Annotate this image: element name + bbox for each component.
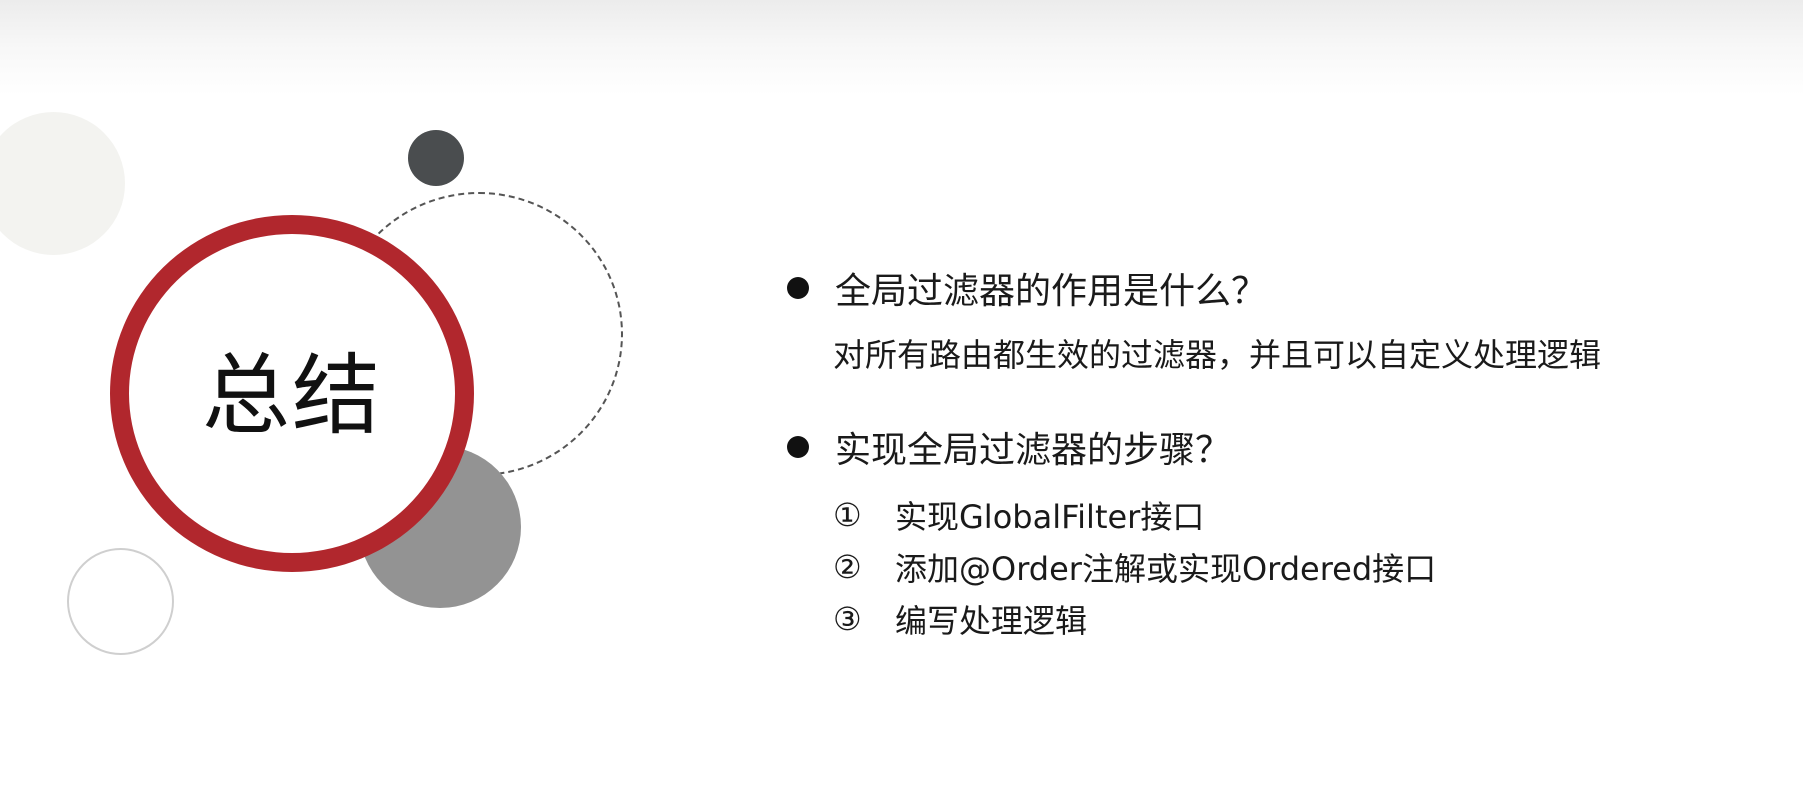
question-text-1: 全局过滤器的作用是什么？: [835, 271, 1268, 312]
question-text-2: 实现全局过滤器的步骤？: [835, 430, 1232, 471]
step-number: ②: [833, 548, 862, 586]
question-item-2: 实现全局过滤器的步骤？: [787, 421, 1231, 473]
step-number: ③: [833, 600, 862, 638]
step-text: 实现GlobalFilter接口: [895, 498, 1205, 536]
question-item-1: 全局过滤器的作用是什么？: [787, 262, 1267, 314]
step-item-1: ① 实现GlobalFilter接口: [833, 492, 1204, 538]
decorative-dark-circle: [408, 130, 464, 186]
step-text: 添加@Order注解或实现Ordered接口: [895, 550, 1437, 588]
step-number: ①: [833, 496, 862, 534]
slide-title: 总结: [201, 343, 382, 447]
answer-text-1: 对所有路由都生效的过滤器，并且可以自定义处理逻辑: [833, 336, 1602, 374]
step-item-2: ② 添加@Order注解或实现Ordered接口: [833, 544, 1436, 590]
decorative-beige-circle: [0, 112, 125, 255]
slide: 总结 全局过滤器的作用是什么？ 对所有路由都生效的过滤器，并且可以自定义处理逻辑…: [0, 0, 1803, 809]
decorative-outline-circle: [67, 548, 174, 655]
title-ring: 总结: [110, 215, 474, 572]
step-item-3: ③ 编写处理逻辑: [833, 596, 1087, 642]
bullet-icon: [787, 277, 809, 299]
bullet-icon: [787, 436, 809, 458]
step-text: 编写处理逻辑: [895, 602, 1088, 640]
